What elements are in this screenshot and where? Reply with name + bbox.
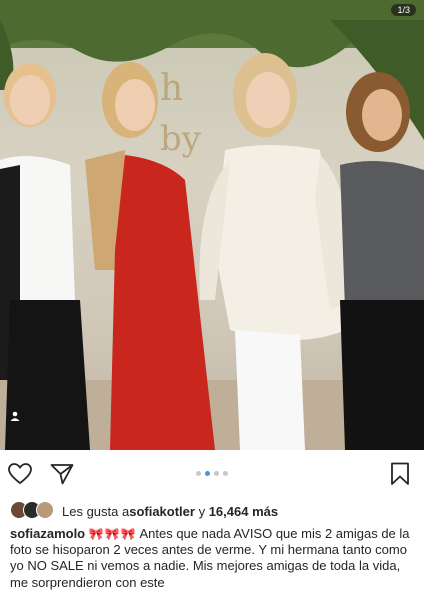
liker-username[interactable]: sofiakotler (129, 504, 195, 519)
svg-text:by: by (160, 119, 202, 159)
post-caption: sofiazamolo 🎀🎀🎀 Antes que nada AVISO que… (10, 526, 414, 591)
carousel-dot (223, 471, 228, 476)
liker-avatars (10, 501, 56, 521)
bookmark-icon[interactable] (386, 460, 414, 488)
heart-outline-icon[interactable] (6, 460, 34, 488)
caption-emojis: 🎀🎀🎀 (88, 527, 137, 541)
avatar (36, 501, 54, 519)
carousel-dot (214, 471, 219, 476)
person-tag-icon[interactable] (9, 410, 33, 434)
carousel-dot-active (205, 471, 210, 476)
photo-illustration: h by (0, 0, 424, 450)
post-photo[interactable]: h by 1/3 (0, 0, 424, 450)
likes-prefix: Les gusta a (62, 503, 130, 519)
svg-text:h: h (160, 68, 183, 109)
caption-username[interactable]: sofiazamolo (10, 526, 85, 541)
carousel-dots (196, 471, 228, 476)
carousel-dot (196, 471, 201, 476)
likes-connector: y (194, 503, 209, 519)
carousel-counter: 1/3 (391, 4, 416, 16)
likes-count[interactable]: 16,464 más (209, 504, 278, 519)
likes-line[interactable]: Les gusta a sofiakotler y 16,464 más (10, 500, 278, 522)
send-icon[interactable] (48, 460, 76, 488)
